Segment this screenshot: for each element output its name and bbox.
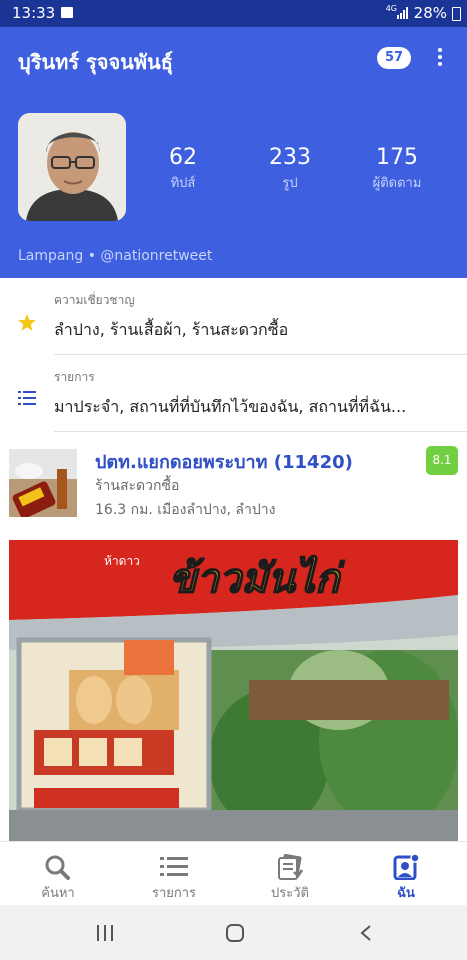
lists-label: รายการ xyxy=(54,370,95,384)
notification-icon xyxy=(61,7,73,18)
list-icon xyxy=(18,391,36,405)
history-icon xyxy=(278,854,304,880)
notification-badge[interactable]: 57 xyxy=(377,47,411,69)
home-icon[interactable] xyxy=(225,923,245,943)
profile-location: Lampang • @nationretweet xyxy=(18,248,213,264)
venue-score-badge: 8.1 xyxy=(426,446,458,475)
tab-lists-label: รายการ xyxy=(151,886,197,901)
signal-icon xyxy=(397,7,408,19)
tab-search[interactable]: ค้นหา xyxy=(0,842,116,906)
stat-followers[interactable]: 175 ผู้ติดตาม xyxy=(352,145,442,193)
profile-header: 62 ทิปส์ 233 รูป 175 ผู้ติดตาม Lampang •… xyxy=(0,91,467,278)
venue-photo[interactable]: ห้าดาว ข้าวมันไก่ xyxy=(9,540,458,841)
lists-row[interactable]: รายการ มาประจำ, สถานที่ที่บันทึกไว้ของฉั… xyxy=(0,355,467,432)
venue-thumbnail-image xyxy=(9,449,77,517)
stat-tips-value: 62 xyxy=(169,145,197,170)
list-icon xyxy=(160,857,188,876)
sign-main-text: ข้าวมันไก่ xyxy=(169,555,345,602)
expertise-row[interactable]: ความเชี่ยวชาญ ลำปาง, ร้านเสื้อผ้า, ร้านส… xyxy=(0,278,467,355)
recent-apps-icon[interactable] xyxy=(96,924,114,942)
sign-brand-text: ห้าดาว xyxy=(104,554,140,568)
status-bar: 13:33 4G 28% xyxy=(0,0,467,27)
expertise-value: ลำปาง, ร้านเสื้อผ้า, ร้านสะดวกซื้อ xyxy=(54,320,289,339)
venue-thumbnail[interactable] xyxy=(9,449,77,517)
avatar-image xyxy=(18,113,126,221)
stat-followers-value: 175 xyxy=(376,145,418,170)
page-title: บุรินทร์ รุจจนพันธุ์ xyxy=(18,50,173,74)
more-options-icon[interactable] xyxy=(432,45,448,71)
venue-name[interactable]: ปตท.แยกดอยพระบาท (11420) xyxy=(95,447,353,476)
network-type: 4G xyxy=(385,4,397,13)
tab-profile[interactable]: ฉัน xyxy=(348,842,464,906)
battery-percent: 28% xyxy=(413,4,447,22)
tab-history[interactable]: ประวัติ xyxy=(232,842,348,906)
stat-followers-label: ผู้ติดตาม xyxy=(372,176,422,191)
expertise-label: ความเชี่ยวชาญ xyxy=(54,293,135,307)
star-icon xyxy=(18,314,36,331)
divider xyxy=(54,431,467,432)
venue-location: 16.3 กม. เมืองลำปาง, ลำปาง xyxy=(95,502,276,518)
battery-icon xyxy=(452,7,461,21)
stat-photos[interactable]: 233 รูป xyxy=(245,145,335,193)
stat-tips[interactable]: 62 ทิปส์ xyxy=(138,145,228,193)
avatar[interactable] xyxy=(18,113,126,221)
venue-photo-image: ห้าดาว ข้าวมันไก่ xyxy=(9,540,458,841)
lists-value: มาประจำ, สถานที่ที่บันทึกไว้ของฉัน, สถาน… xyxy=(54,397,407,416)
profile-icon xyxy=(393,854,420,880)
stat-tips-label: ทิปส์ xyxy=(170,176,196,191)
tab-profile-label: ฉัน xyxy=(397,886,415,901)
venue-category: ร้านสะดวกซื้อ xyxy=(95,478,180,494)
back-icon[interactable] xyxy=(359,924,373,942)
stat-photos-label: รูป xyxy=(282,176,298,191)
status-time: 13:33 xyxy=(12,4,56,22)
stat-photos-value: 233 xyxy=(269,145,311,170)
app-bar: บุรินทร์ รุจจนพันธุ์ 57 xyxy=(0,27,467,91)
bottom-nav: ค้นหา รายการ ประวัติ ฉัน xyxy=(0,841,467,906)
tab-history-label: ประวัติ xyxy=(271,886,309,901)
system-nav-bar xyxy=(0,905,467,960)
tab-lists[interactable]: รายการ xyxy=(116,842,232,906)
tab-search-label: ค้นหา xyxy=(41,886,75,901)
search-icon xyxy=(45,855,70,880)
